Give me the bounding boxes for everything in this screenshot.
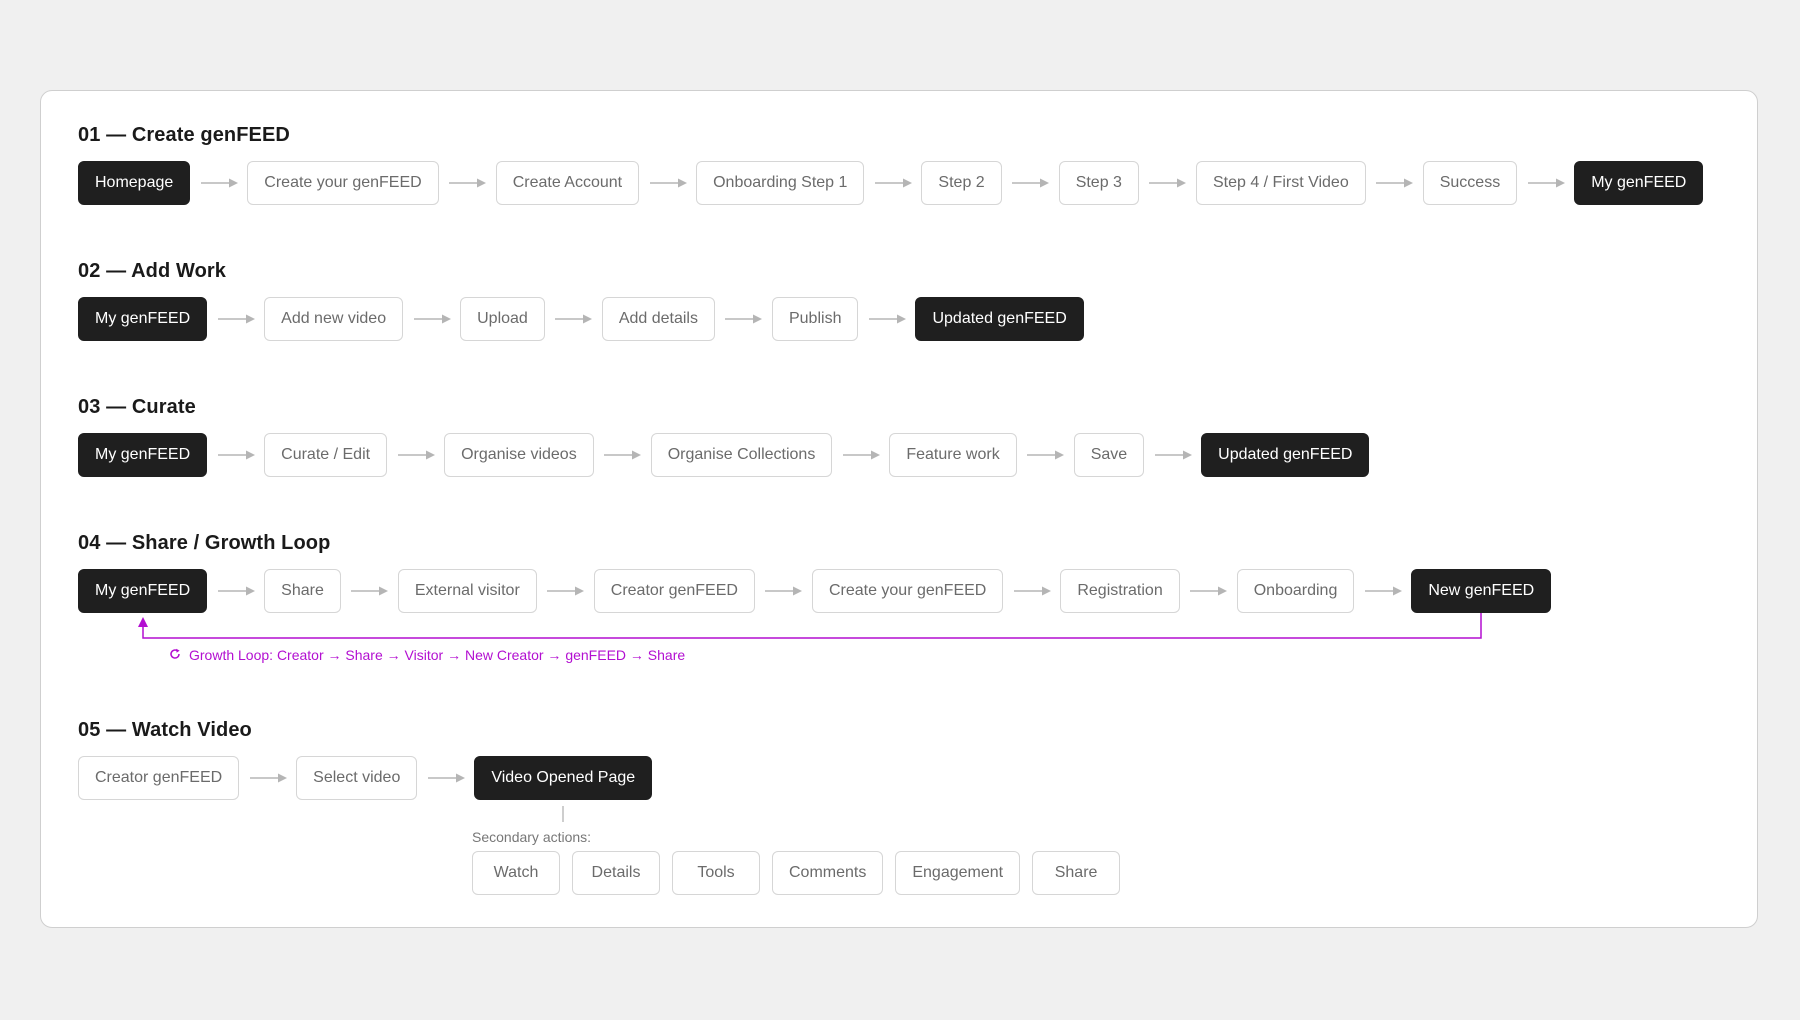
growth-loop-text: Growth Loop: Creator → Share → Visitor →…: [189, 647, 686, 663]
arrow-right-icon: [417, 756, 474, 800]
flow-diagram-card: 01 — Create genFEED Homepage Create your …: [40, 90, 1758, 928]
secondary-action-engagement[interactable]: Engagement: [895, 851, 1021, 895]
flow-row: Creator genFEED Select video Video Opened …: [78, 756, 653, 800]
flow-node-creator-genfeed[interactable]: Creator genFEED: [78, 756, 240, 800]
growth-loop-connector: [138, 613, 1482, 822]
secondary-action-tools[interactable]: Tools: [672, 851, 760, 895]
growth-loop-note: Growth Loop: Creator → Share → Visitor →…: [169, 647, 685, 663]
secondary-action-watch[interactable]: Watch: [472, 851, 560, 895]
secondary-actions-row: Watch Details Tools Comments Engagement Share: [472, 851, 1121, 895]
flow-node-select-video[interactable]: Select video: [296, 756, 418, 800]
growth-loop-arrowhead: [138, 617, 148, 627]
refresh-icon: [169, 647, 181, 663]
secondary-action-details[interactable]: Details: [572, 851, 660, 895]
secondary-action-share[interactable]: Share: [1032, 851, 1121, 895]
section-title: 05 — Watch Video: [78, 719, 252, 741]
secondary-actions-label: Secondary actions:: [472, 829, 592, 845]
flow-node-video-opened-page[interactable]: Video Opened Page: [474, 756, 653, 800]
secondary-action-comments[interactable]: Comments: [772, 851, 884, 895]
arrow-right-icon: [239, 756, 296, 800]
growth-loop-line: [142, 613, 1482, 639]
section-watch-video: 05 — Watch Video Creator genFEED Select v…: [78, 718, 653, 800]
